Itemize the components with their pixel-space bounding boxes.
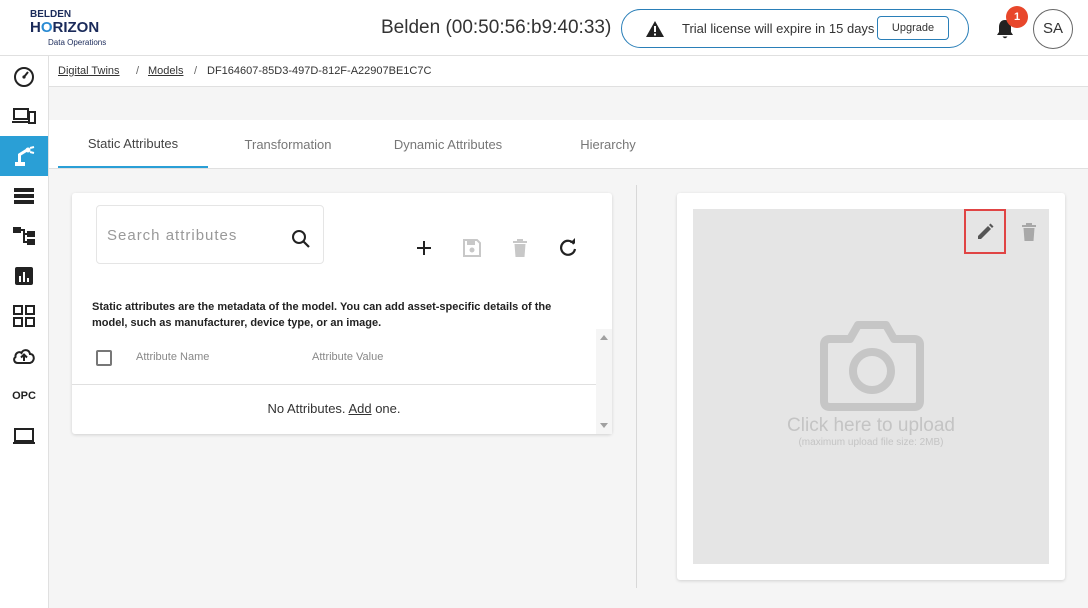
cloud-upload-icon (13, 349, 35, 364)
column-attribute-value[interactable]: Attribute Value (312, 351, 383, 363)
breadcrumb-separator: / (194, 65, 198, 77)
opc-icon: OPC (12, 390, 36, 402)
scroll-up-arrow-icon[interactable] (600, 335, 608, 340)
image-upload-area[interactable]: Click here to upload (maximum upload fil… (693, 209, 1049, 564)
sidebar-item-dashboard[interactable] (0, 56, 48, 96)
search-attributes-box (96, 205, 324, 264)
warning-icon (646, 21, 664, 37)
hierarchy-icon (13, 227, 35, 245)
save-attributes-button[interactable] (461, 237, 483, 259)
add-attribute-button[interactable] (413, 237, 435, 259)
add-attribute-link[interactable]: Add (348, 401, 371, 416)
pencil-icon (978, 223, 994, 239)
breadcrumb-model-id: DF164607-85D3-497D-812F-A22907BE1C7C (207, 65, 432, 77)
trash-icon (1022, 223, 1036, 241)
tab-transformation[interactable]: Transformation (213, 120, 363, 168)
logo-line3: Data Operations (48, 38, 107, 47)
sidebar-item-digital-twins[interactable] (0, 136, 48, 176)
add-icon (417, 241, 431, 255)
upload-size-limit: (maximum upload file size: 2MB) (798, 437, 944, 448)
sidebar-item-upload[interactable] (0, 336, 48, 376)
empty-attributes-message: No Attributes. Add one. (267, 401, 401, 416)
sidebar-item-devices[interactable] (0, 96, 48, 136)
upgrade-button[interactable]: Upgrade (877, 16, 949, 40)
camera-icon (820, 321, 924, 411)
attributes-scrollbar[interactable] (596, 329, 612, 434)
static-attributes-card: Static attributes are the metadata of th… (72, 193, 612, 434)
robot-arm-icon (15, 146, 35, 166)
list-icon (14, 188, 34, 204)
scroll-down-arrow-icon[interactable] (600, 423, 608, 428)
laptop-icon (13, 428, 35, 444)
tab-hierarchy[interactable]: Hierarchy (533, 120, 683, 168)
breadcrumb: Digital Twins / Models / DF164607-85D3-4… (49, 56, 1088, 87)
delete-attribute-button[interactable] (509, 237, 531, 259)
select-all-checkbox[interactable] (96, 350, 112, 366)
tab-dynamic-attributes[interactable]: Dynamic Attributes (373, 120, 523, 168)
dashboard-gauge-icon (14, 67, 34, 87)
sidebar-item-hierarchy[interactable] (0, 216, 48, 256)
top-header: BELDEN HORIZON Data Operations Belden (0… (0, 0, 1088, 56)
delete-image-button[interactable] (1018, 221, 1040, 243)
logo-line2: HORIZON (30, 19, 100, 36)
panel-divider (636, 185, 637, 588)
refresh-attributes-button[interactable] (557, 237, 579, 259)
sidebar-item-analytics[interactable] (0, 256, 48, 296)
search-icon[interactable] (291, 229, 311, 249)
search-attributes-input[interactable] (107, 224, 277, 246)
devices-icon (12, 108, 36, 124)
analytics-icon (15, 267, 33, 285)
breadcrumb-digital-twins[interactable]: Digital Twins (58, 65, 120, 77)
refresh-icon (560, 238, 577, 256)
breadcrumb-separator: / (136, 65, 140, 77)
sidebar-item-laptop[interactable] (0, 416, 48, 456)
sidebar-nav: OPC (0, 56, 49, 608)
delete-icon (513, 239, 527, 257)
model-image-card: Click here to upload (maximum upload fil… (677, 193, 1065, 580)
device-title: Belden (00:50:56:b9:40:33) (381, 17, 612, 38)
trial-message: Trial license will expire in 15 days (682, 21, 875, 36)
attributes-table-header: Attribute Name Attribute Value (72, 329, 596, 385)
save-icon (463, 239, 481, 257)
belden-horizon-logo[interactable]: BELDEN HORIZON Data Operations (30, 9, 120, 49)
user-avatar[interactable]: SA (1033, 9, 1073, 49)
sidebar-item-apps[interactable] (0, 296, 48, 336)
sidebar-item-list[interactable] (0, 176, 48, 216)
column-attribute-name[interactable]: Attribute Name (136, 351, 209, 363)
sidebar-item-opc[interactable]: OPC (0, 376, 48, 416)
trial-license-banner: Trial license will expire in 15 days Upg… (621, 9, 969, 48)
notification-badge[interactable]: 1 (1006, 6, 1028, 28)
tab-bar: Static Attributes Transformation Dynamic… (49, 120, 1088, 169)
tab-static-attributes[interactable]: Static Attributes (58, 120, 208, 168)
upload-prompt: Click here to upload (787, 415, 955, 436)
breadcrumb-models[interactable]: Models (148, 65, 183, 77)
apps-grid-icon (13, 305, 35, 327)
static-attributes-description: Static attributes are the metadata of th… (92, 301, 552, 329)
edit-image-button[interactable] (964, 209, 1006, 254)
